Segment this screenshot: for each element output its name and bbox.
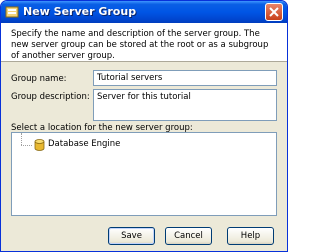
- dialog-window: New Server Group Specify the name and de…: [0, 0, 288, 252]
- tree-connector: [21, 133, 22, 145]
- help-button[interactable]: Help: [227, 227, 274, 245]
- description-panel: Specify the name and description of the …: [1, 23, 287, 62]
- location-tree[interactable]: Database Engine: [11, 132, 277, 216]
- group-name-input[interactable]: Tutorial servers: [93, 70, 277, 86]
- group-name-label: Group name:: [11, 74, 67, 84]
- group-description-input[interactable]: Server for this tutorial: [93, 89, 277, 121]
- save-button[interactable]: Save: [108, 227, 155, 245]
- tree-item-database-engine[interactable]: Database Engine: [48, 139, 120, 150]
- window-title: New Server Group: [23, 5, 137, 18]
- close-icon: [269, 7, 279, 17]
- database-cylinder-icon: [34, 139, 45, 151]
- description-text: Specify the name and description of the …: [11, 29, 269, 61]
- tree-connector: [21, 145, 32, 146]
- close-button[interactable]: [265, 3, 283, 21]
- title-bar[interactable]: New Server Group: [1, 1, 287, 23]
- group-description-label: Group description:: [11, 92, 90, 102]
- cancel-button[interactable]: Cancel: [165, 227, 212, 245]
- server-group-icon: [5, 6, 19, 18]
